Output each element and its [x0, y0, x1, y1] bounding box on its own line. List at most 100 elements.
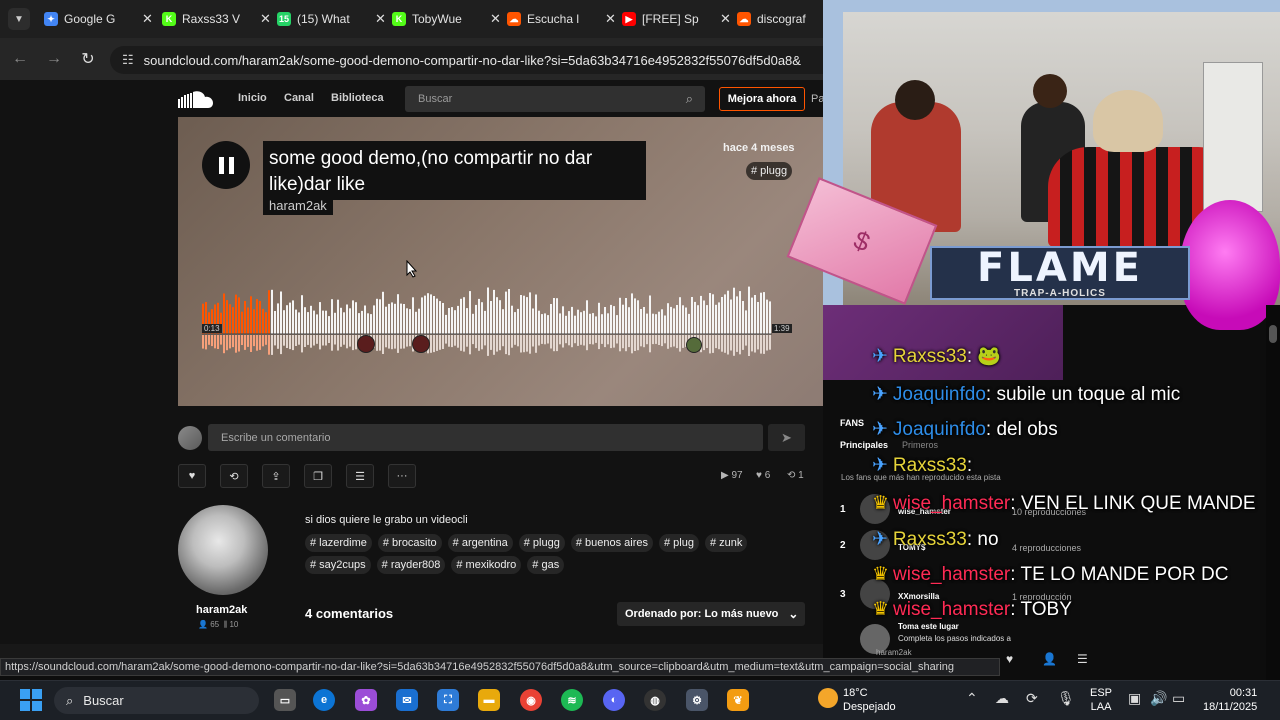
- waveform-bar[interactable]: [685, 307, 687, 335]
- back-button[interactable]: ←: [10, 49, 30, 69]
- waveform-bar[interactable]: [391, 302, 393, 334]
- waveform-bar[interactable]: [451, 307, 453, 334]
- waveform-bar-reflection[interactable]: [538, 335, 540, 346]
- waveform-bar-reflection[interactable]: [343, 335, 345, 345]
- waveform-bar-reflection[interactable]: [253, 335, 255, 347]
- waveform-bar-reflection[interactable]: [460, 335, 462, 351]
- waveform-bar-reflection[interactable]: [733, 335, 735, 356]
- waveform-bar[interactable]: [403, 304, 405, 334]
- close-tab-icon[interactable]: ✕: [720, 11, 731, 27]
- fl-studio-icon[interactable]: ❦: [727, 689, 749, 711]
- waveform-bar[interactable]: [406, 308, 408, 334]
- waveform-bar-reflection[interactable]: [592, 335, 594, 345]
- waveform-bar-reflection[interactable]: [265, 335, 267, 345]
- waveform-bar[interactable]: [346, 304, 348, 335]
- waveform-bar[interactable]: [388, 303, 390, 334]
- waveform-bar-reflection[interactable]: [520, 335, 522, 353]
- waveform-bar[interactable]: [349, 308, 351, 334]
- waveform-bar[interactable]: [652, 313, 654, 334]
- waveform-bar[interactable]: [550, 304, 552, 334]
- waveform-bar-reflection[interactable]: [550, 335, 552, 349]
- waveform-bar-reflection[interactable]: [436, 335, 438, 351]
- chat-username[interactable]: wise_hamster: [893, 599, 1010, 620]
- upgrade-button[interactable]: Mejora ahora: [719, 87, 805, 111]
- waveform-bar-reflection[interactable]: [451, 335, 453, 348]
- waveform-bar-reflection[interactable]: [712, 335, 714, 353]
- send-comment-button[interactable]: ➤: [768, 424, 805, 451]
- browser-tab[interactable]: K TobyWue ✕: [392, 6, 501, 32]
- waveform-bar[interactable]: [370, 314, 372, 334]
- waveform-bar-reflection[interactable]: [640, 335, 642, 347]
- waveform-bar[interactable]: [607, 313, 609, 334]
- browser-tab[interactable]: ✦ Google G ✕: [44, 6, 153, 32]
- waveform-bar[interactable]: [340, 307, 342, 334]
- waveform-bar[interactable]: [475, 304, 477, 334]
- waveform-bar[interactable]: [604, 307, 606, 334]
- waveform-bar[interactable]: [757, 302, 759, 334]
- track-tag[interactable]: # lazerdime: [305, 534, 372, 552]
- waveform-bar[interactable]: [697, 305, 699, 334]
- waveform-bar[interactable]: [331, 299, 333, 334]
- track-tag[interactable]: # say2cups: [305, 556, 371, 574]
- waveform-bar[interactable]: [721, 297, 723, 334]
- waveform-bar-reflection[interactable]: [589, 335, 591, 345]
- waveform-bar[interactable]: [319, 302, 321, 334]
- waveform-bar[interactable]: [544, 313, 546, 334]
- track-tag[interactable]: # gas: [527, 556, 565, 574]
- waveform-bar[interactable]: [418, 308, 420, 334]
- waveform-bar[interactable]: [556, 298, 558, 334]
- file-explorer-icon[interactable]: ▬: [478, 689, 500, 711]
- heart-icon[interactable]: ♥: [1006, 652, 1013, 666]
- waveform-bar-reflection[interactable]: [256, 335, 258, 351]
- waveform-bar-reflection[interactable]: [658, 335, 660, 345]
- waveform-bar[interactable]: [742, 301, 744, 334]
- waveform-bar[interactable]: [526, 297, 528, 334]
- waveform-bar[interactable]: [268, 290, 270, 334]
- waveform-bar[interactable]: [610, 304, 612, 334]
- waveform-bar[interactable]: [334, 312, 336, 334]
- waveform-bar[interactable]: [703, 300, 705, 335]
- waveform-bar-reflection[interactable]: [403, 335, 405, 349]
- waveform-bar[interactable]: [283, 310, 285, 334]
- waveform-bar-reflection[interactable]: [619, 335, 621, 352]
- waveform-bar[interactable]: [244, 301, 246, 334]
- waveform-bar-reflection[interactable]: [580, 335, 582, 345]
- artist-name[interactable]: haram2ak: [196, 604, 247, 616]
- waveform-bar-reflection[interactable]: [226, 335, 228, 351]
- waveform-bar[interactable]: [595, 316, 597, 334]
- waveform-bar[interactable]: [619, 297, 621, 334]
- waveform-bar-reflection[interactable]: [724, 335, 726, 353]
- microphone-icon[interactable]: 🎙: [1057, 690, 1075, 707]
- track-tag[interactable]: # argentina: [447, 534, 513, 552]
- waveform-bar[interactable]: [424, 295, 426, 334]
- waveform-bar-reflection[interactable]: [448, 335, 450, 347]
- waveform-bar-reflection[interactable]: [565, 335, 567, 344]
- waveform-bar[interactable]: [259, 301, 261, 334]
- waveform-bar[interactable]: [256, 299, 258, 334]
- waveform-bar[interactable]: [769, 301, 771, 334]
- waveform-bar-reflection[interactable]: [526, 335, 528, 352]
- fans-tab-top[interactable]: Principales: [840, 440, 888, 450]
- waveform-bar-reflection[interactable]: [679, 335, 681, 352]
- waveform-bar-reflection[interactable]: [385, 335, 387, 348]
- comment-input[interactable]: Escribe un comentario: [208, 424, 763, 451]
- chrome-icon[interactable]: ◉: [520, 689, 542, 711]
- waveform-bar[interactable]: [295, 309, 297, 334]
- waveform-bar[interactable]: [718, 302, 720, 334]
- waveform-bar[interactable]: [343, 312, 345, 334]
- waveform-bar[interactable]: [250, 296, 252, 334]
- waveform-bar[interactable]: [364, 305, 366, 335]
- waveform-bar-reflection[interactable]: [706, 335, 708, 348]
- chat-username[interactable]: Raxss33: [893, 346, 967, 367]
- waveform-bar[interactable]: [301, 295, 303, 334]
- waveform-bar-reflection[interactable]: [547, 335, 549, 344]
- close-tab-icon[interactable]: ✕: [260, 11, 271, 27]
- waveform-bar[interactable]: [433, 296, 435, 334]
- waveform-bar[interactable]: [487, 287, 489, 335]
- waveform-bar-reflection[interactable]: [376, 335, 378, 351]
- waveform-bar[interactable]: [706, 305, 708, 334]
- waveform-bar[interactable]: [352, 300, 354, 334]
- waveform-bar-reflection[interactable]: [766, 335, 768, 351]
- waveform-bar-reflection[interactable]: [490, 335, 492, 350]
- edge-icon[interactable]: e: [313, 689, 335, 711]
